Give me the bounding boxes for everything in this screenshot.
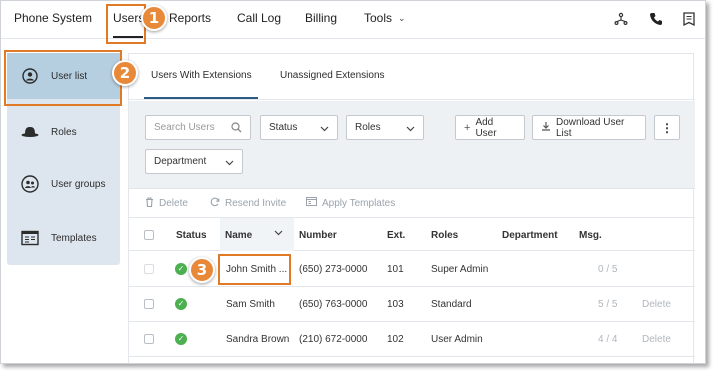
- search-icon: [231, 122, 242, 136]
- status-select-value: Status: [269, 122, 298, 133]
- hat-icon: [21, 123, 39, 141]
- chevron-down-icon: [320, 124, 329, 135]
- apply-templates-label: Apply Templates: [322, 197, 396, 209]
- chevron-down-icon: [225, 158, 234, 169]
- row-checkbox[interactable]: [144, 299, 154, 309]
- search-input[interactable]: Search Users: [145, 115, 251, 140]
- active-tab-indicator: [144, 97, 258, 99]
- refresh-icon: [210, 197, 220, 210]
- user-name[interactable]: Sam Smith: [226, 299, 275, 310]
- callout-badge-2: 2: [112, 60, 138, 86]
- column-header-status[interactable]: Status: [176, 230, 207, 241]
- user-number: (210) 672-0000: [299, 334, 368, 345]
- department-select[interactable]: Department: [145, 149, 243, 174]
- user-ext: 102: [387, 334, 404, 345]
- template-icon: [306, 197, 317, 209]
- org-chart-icon[interactable]: [613, 11, 629, 27]
- template-icon: [21, 229, 39, 247]
- more-vertical-icon: ⋮: [661, 120, 673, 135]
- user-msg: 5 / 5: [598, 299, 618, 310]
- nav-call-log[interactable]: Call Log: [237, 11, 281, 25]
- column-header-msg[interactable]: Msg.: [579, 230, 602, 241]
- status-select[interactable]: Status: [260, 115, 338, 140]
- plus-icon: +: [464, 121, 471, 134]
- sidebar-item-label: User groups: [51, 178, 106, 190]
- resend-invite-label: Resend Invite: [225, 198, 287, 209]
- roles-select[interactable]: Roles: [346, 115, 424, 140]
- table-row[interactable]: ✓ Sandra Brown (210) 672-0000 102 User A…: [129, 322, 695, 357]
- main-panel: Users With Extensions Unassigned Extensi…: [128, 53, 695, 363]
- tab-unassigned-extensions[interactable]: Unassigned Extensions: [280, 70, 385, 81]
- user-number: (650) 273-0000: [299, 264, 368, 275]
- row-checkbox[interactable]: [144, 264, 154, 274]
- callout-outline-user-list: [4, 50, 122, 106]
- nav-phone-system[interactable]: Phone System: [14, 11, 92, 25]
- chevron-down-icon: ⌄: [398, 13, 406, 23]
- chevron-down-icon: [406, 124, 415, 135]
- column-header-number[interactable]: Number: [299, 230, 337, 241]
- callout-outline-user-name: [218, 254, 291, 285]
- app-window: Phone System Users Reports Call Log Bill…: [0, 0, 706, 364]
- bulk-actions-bar: Delete Resend Invite Apply Templates: [129, 190, 695, 216]
- callout-badge-3: 3: [189, 257, 215, 283]
- column-header-roles[interactable]: Roles: [431, 230, 458, 241]
- roles-select-value: Roles: [355, 122, 381, 133]
- download-icon: [541, 121, 551, 134]
- users-icon: [21, 175, 39, 193]
- callout-badge-1: 1: [141, 5, 167, 31]
- table-row[interactable]: ✓ Sam Smith (650) 763-0000 103 Standard …: [129, 287, 695, 322]
- download-user-list-button[interactable]: Download User List: [532, 115, 646, 140]
- resend-invite-action[interactable]: Resend Invite: [210, 197, 286, 210]
- table-header: Status Name Number Ext. Roles Department…: [129, 217, 695, 251]
- nav-tools[interactable]: Tools ⌄: [364, 11, 406, 25]
- select-all-checkbox[interactable]: [144, 230, 154, 240]
- phone-icon[interactable]: [648, 11, 664, 27]
- apply-templates-action[interactable]: Apply Templates: [306, 197, 395, 209]
- user-ext: 101: [387, 264, 404, 275]
- delete-action[interactable]: Delete: [145, 197, 188, 210]
- trash-icon: [145, 197, 154, 210]
- more-options-button[interactable]: ⋮: [654, 115, 680, 140]
- check-circle-icon: ✓: [175, 298, 187, 310]
- column-header-ext[interactable]: Ext.: [387, 230, 405, 241]
- column-header-department[interactable]: Department: [502, 230, 558, 241]
- sidebar-item-roles[interactable]: Roles: [7, 109, 120, 155]
- add-user-label: Add User: [475, 116, 497, 139]
- user-number: (650) 763-0000: [299, 299, 368, 310]
- user-name[interactable]: Sandra Brown: [226, 334, 289, 345]
- sidebar-item-label: Roles: [51, 126, 77, 138]
- user-msg: 4 / 4: [598, 334, 618, 345]
- user-msg: 0 / 5: [598, 264, 618, 275]
- column-header-name[interactable]: Name: [225, 230, 252, 241]
- user-ext: 103: [387, 299, 404, 310]
- delete-row-button[interactable]: Delete: [642, 299, 671, 310]
- department-select-value: Department: [154, 156, 207, 167]
- download-label: Download User List: [556, 116, 625, 139]
- check-circle-icon: ✓: [175, 263, 187, 275]
- nav-reports[interactable]: Reports: [169, 11, 211, 25]
- check-circle-icon: ✓: [175, 333, 187, 345]
- sidebar-item-label: Templates: [51, 232, 97, 244]
- search-placeholder: Search Users: [154, 122, 215, 133]
- filter-bar: Search Users Status Roles + Add User Dow…: [129, 101, 695, 189]
- nav-tools-label: Tools: [364, 11, 393, 25]
- sidebar-item-user-groups[interactable]: User groups: [7, 161, 120, 207]
- user-role: User Admin: [431, 334, 483, 345]
- tab-bar: Users With Extensions Unassigned Extensi…: [129, 54, 695, 100]
- user-role: Super Admin: [431, 264, 489, 275]
- tab-users-with-extensions[interactable]: Users With Extensions: [151, 70, 252, 81]
- delete-row-button[interactable]: Delete: [642, 334, 671, 345]
- document-icon[interactable]: [681, 11, 697, 27]
- nav-billing[interactable]: Billing: [305, 11, 337, 25]
- user-role: Standard: [431, 299, 472, 310]
- add-user-button[interactable]: + Add User: [455, 115, 525, 140]
- callout-outline-users: [106, 4, 146, 44]
- chevron-down-icon[interactable]: [274, 228, 283, 239]
- sidebar-item-templates[interactable]: Templates: [7, 215, 120, 261]
- row-checkbox[interactable]: [144, 334, 154, 344]
- delete-action-label: Delete: [159, 198, 188, 209]
